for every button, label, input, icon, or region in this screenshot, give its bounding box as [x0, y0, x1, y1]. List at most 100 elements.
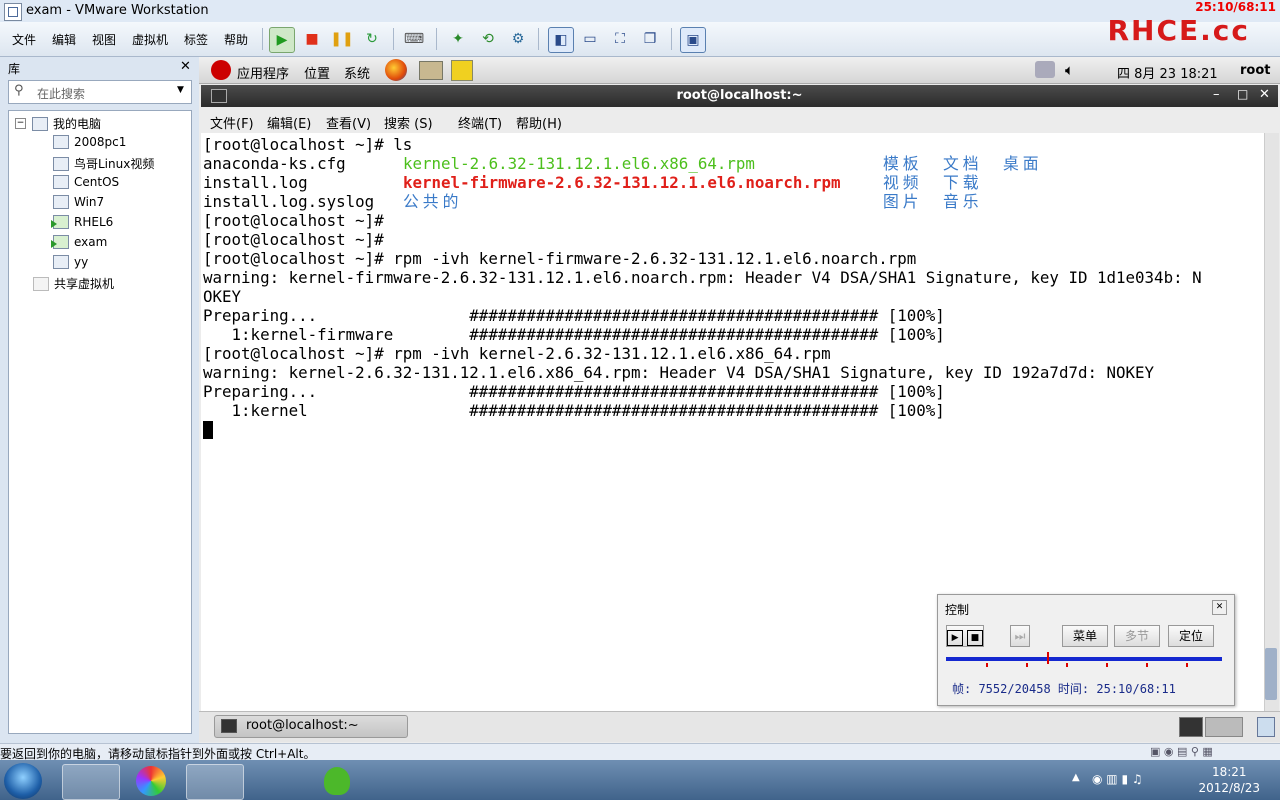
menu-vm[interactable]: 虚拟机	[132, 31, 168, 48]
menu-help[interactable]: 帮助	[224, 31, 248, 48]
menu-edit[interactable]: 编辑	[52, 31, 76, 48]
menu-file[interactable]: 文件	[12, 31, 36, 48]
panel-datetime[interactable]: 四 8月 23 18:21	[1117, 63, 1218, 82]
ls-item-dir: 桌面	[1003, 154, 1043, 173]
terminal-line: OKEY	[203, 287, 242, 306]
send-ctrl-alt-del-icon[interactable]: ⌨	[402, 27, 426, 51]
system-clock[interactable]: 18:21 2012/8/23	[1198, 764, 1260, 796]
suspend-icon[interactable]: ❚❚	[330, 27, 354, 51]
taskbar-terminal-label: root@localhost:~	[246, 718, 359, 733]
close-icon[interactable]: ✕	[1212, 600, 1227, 615]
redhat-icon[interactable]	[211, 60, 231, 80]
terminal-menu-edit[interactable]: 编辑(E)	[267, 113, 311, 132]
reset-icon[interactable]: ↻	[360, 27, 384, 51]
vm-icon	[53, 255, 69, 269]
maximize-icon[interactable]: □	[1237, 87, 1248, 101]
ls-item-dir: 公共的	[403, 192, 463, 211]
tree-item-vm[interactable]: CentOS	[53, 175, 119, 189]
tray-expand-icon[interactable]: ▲	[1072, 772, 1080, 783]
tree-item-vm[interactable]: 鸟哥Linux视频	[53, 155, 154, 172]
menu-places[interactable]: 位置	[304, 63, 330, 82]
power-on-icon[interactable]: ▶	[269, 27, 295, 53]
snapshot-icon[interactable]: ✦	[446, 27, 470, 51]
locate-button[interactable]: 定位	[1168, 625, 1214, 647]
taskbar-terminal-button[interactable]: root@localhost:~	[214, 715, 408, 738]
start-button-icon[interactable]	[4, 763, 42, 799]
ls-item-dir: 下载	[943, 173, 983, 192]
tree-item-vm[interactable]: 2008pc1	[53, 135, 126, 149]
menu-tabs[interactable]: 标签	[184, 31, 208, 48]
ls-item-dir: 文档	[943, 154, 983, 173]
step-icon[interactable]: ⏭	[1010, 625, 1030, 647]
terminal-icon[interactable]	[1179, 717, 1203, 737]
tree-item-vm[interactable]: Win7	[53, 195, 104, 209]
thumbnail-bar-icon[interactable]: ▭	[578, 27, 602, 51]
library-search-box[interactable]: ⚲ 在此搜索 ▼	[8, 80, 192, 104]
ls-item: anaconda-ks.cfg	[203, 154, 346, 173]
notes-icon[interactable]	[451, 60, 473, 81]
terminal-menu-view[interactable]: 查看(V)	[326, 113, 371, 132]
terminal-menu-help[interactable]: 帮助(H)	[516, 113, 562, 132]
terminal-scrollbar[interactable]	[1264, 133, 1279, 711]
workspace-switcher[interactable]	[1205, 717, 1243, 737]
revert-snapshot-icon[interactable]: ⟲	[476, 27, 500, 51]
progress-marker[interactable]	[1047, 652, 1049, 664]
progress-track[interactable]	[946, 657, 1222, 661]
terminal-menu-search[interactable]: 搜索 (S)	[384, 113, 433, 132]
terminal-menu-terminal[interactable]: 终端(T)	[458, 113, 502, 132]
vmware-status-bar: 要返回到你的电脑，请移动鼠标指针到外面或按 Ctrl+Alt。 ▣ ◉ ▤ ⚲ …	[0, 743, 1280, 761]
trash-icon[interactable]	[1257, 717, 1275, 737]
terminal-line: Preparing... ###########################…	[203, 382, 945, 401]
app-taskbar-icon[interactable]	[248, 764, 304, 798]
tree-item-vm[interactable]: yy	[53, 255, 88, 269]
minimize-icon[interactable]: –	[1213, 87, 1220, 102]
tree-item-shared-vms[interactable]: 共享虚拟机	[33, 275, 114, 292]
menu-system[interactable]: 系统	[344, 63, 370, 82]
parrot-taskbar-icon[interactable]	[310, 764, 366, 798]
terminal-titlebar[interactable]: root@localhost:~ – □ ✕	[201, 85, 1278, 107]
close-icon[interactable]: ✕	[1259, 87, 1270, 102]
terminal-line: 1:kernel ###############################…	[203, 401, 945, 420]
tree-root-my-computer[interactable]: − 我的电脑	[15, 115, 101, 132]
terminal-menubar: 文件(F) 编辑(E) 查看(V) 搜索 (S) 终端(T) 帮助(H)	[201, 107, 1278, 134]
vmware-toolbar: 文件 编辑 视图 虚拟机 标签 帮助 ▶ ■ ❚❚ ↻ ⌨ ✦ ⟲ ⚙ ◧ ▭ …	[0, 22, 1280, 57]
console-view-icon[interactable]: ▣	[680, 27, 706, 53]
window-title: exam - VMware Workstation	[26, 3, 209, 18]
library-close-icon[interactable]: ✕	[180, 59, 191, 74]
menu-view[interactable]: 视图	[92, 31, 116, 48]
fullscreen-icon[interactable]: ⛶	[608, 27, 632, 51]
vm-icon	[53, 135, 69, 149]
mail-icon[interactable]	[419, 61, 443, 80]
device-icons[interactable]: ▣ ◉ ▤ ⚲ ▦	[1150, 745, 1213, 758]
terminal-line: [root@localhost ~]# ls	[203, 135, 413, 154]
photos-taskbar-icon[interactable]	[124, 764, 180, 798]
snapshot-manager-icon[interactable]: ⚙	[506, 27, 530, 51]
tray-icons[interactable]: ◉ ▥ ▮ ♫	[1092, 772, 1143, 786]
scrollbar-thumb[interactable]	[1265, 648, 1277, 700]
tree-item-vm-exam[interactable]: exam	[51, 235, 107, 249]
show-library-icon[interactable]: ◧	[548, 27, 574, 53]
firefox-icon[interactable]	[385, 59, 407, 81]
tree-root-label: 我的电脑	[53, 117, 102, 131]
stop-icon[interactable]: ■	[966, 630, 983, 646]
library-tree: − 我的电脑 2008pc1 鸟哥Linux视频 CentOS Win7 RHE…	[8, 110, 192, 734]
chevron-down-icon[interactable]: ▼	[177, 85, 184, 95]
unity-icon[interactable]: ❐	[638, 27, 662, 51]
power-off-icon[interactable]: ■	[300, 27, 324, 51]
volume-icon[interactable]: 🔈︎	[1065, 61, 1074, 79]
terminal-menu-file[interactable]: 文件(F)	[210, 113, 254, 132]
tree-item-vm[interactable]: RHEL6	[51, 215, 113, 229]
play-icon[interactable]: ▶	[947, 630, 964, 646]
vmware-taskbar-icon[interactable]	[186, 764, 244, 800]
frame-time-info: 帧: 7552/20458 时间: 25:10/68:11	[952, 682, 1176, 696]
play-pause-controls[interactable]: ▶ ■	[946, 625, 984, 647]
explorer-taskbar-icon[interactable]	[62, 764, 120, 800]
chapter-button[interactable]: 多节	[1114, 625, 1160, 647]
library-header: 库	[8, 62, 21, 76]
menu-applications[interactable]: 应用程序	[237, 63, 289, 82]
ls-item-dir: 图片	[883, 192, 923, 211]
terminal-line: warning: kernel-2.6.32-131.12.1.el6.x86_…	[203, 363, 1155, 382]
panel-user[interactable]: root	[1240, 63, 1271, 78]
network-icon[interactable]	[1035, 61, 1055, 78]
menu-button[interactable]: 菜单	[1062, 625, 1108, 647]
